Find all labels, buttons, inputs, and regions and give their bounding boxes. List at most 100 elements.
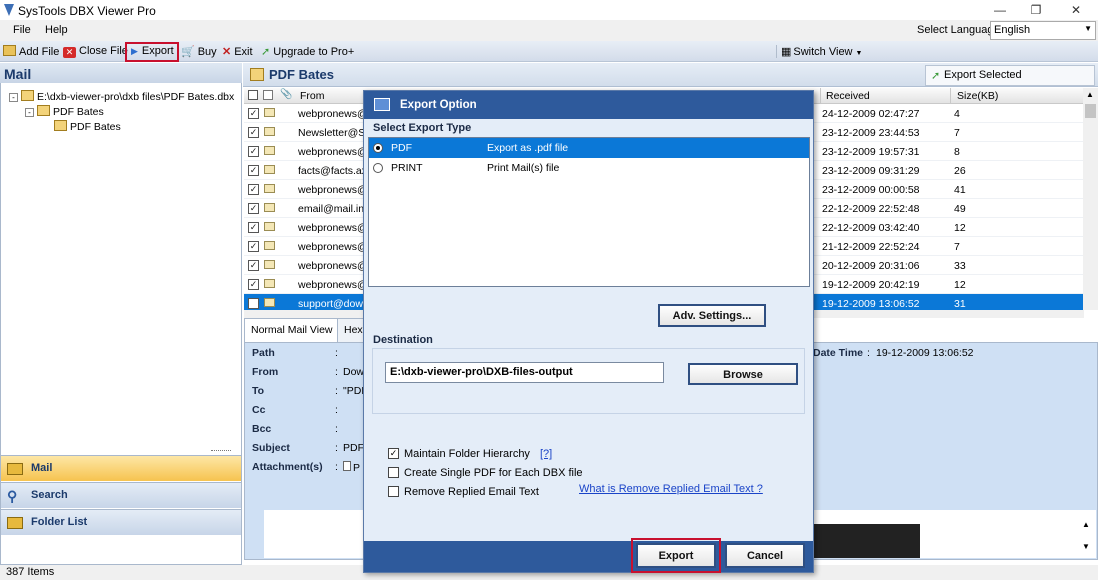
nav-search-button[interactable]: ⚲ Search — [1, 482, 241, 508]
export-type-pdf[interactable]: PDF Export as .pdf file — [369, 138, 809, 158]
detail-from-value: Dow — [343, 366, 365, 378]
adv-settings-button[interactable]: Adv. Settings... — [658, 304, 766, 327]
collapse-icon[interactable]: - — [25, 108, 34, 117]
detail-date-value: 19-12-2009 13:06:52 — [876, 347, 974, 359]
switch-view-button[interactable]: ▦ Switch View ▼ — [776, 45, 862, 58]
row-from: Newsletter@S — [298, 127, 366, 139]
export-button[interactable]: ▶ Export — [125, 42, 179, 62]
export-selected-button[interactable]: ➚ Export Selected — [925, 65, 1095, 86]
row-checkbox[interactable]: ✓ — [248, 241, 259, 252]
upgrade-button[interactable]: ➚ Upgrade to Pro+ — [261, 45, 354, 58]
chevron-down-icon: ▼ — [1084, 24, 1092, 33]
row-size: 31 — [954, 298, 966, 310]
close-file-icon: ✕ — [63, 47, 76, 58]
language-select[interactable]: English ▼ — [990, 21, 1096, 40]
grid-scrollbar[interactable]: ▲ — [1083, 88, 1098, 310]
row-size: 41 — [954, 184, 966, 196]
tab-normal-mail-view[interactable]: Normal Mail View — [244, 318, 340, 342]
close-window-icon[interactable]: ✕ — [1068, 2, 1084, 18]
row-checkbox[interactable]: ✓ — [248, 222, 259, 233]
cart-icon: 🛒 — [181, 46, 195, 58]
row-checkbox[interactable]: ✓ — [248, 203, 259, 214]
single-pdf-label: Create Single PDF for Each DBX file — [404, 467, 583, 479]
folder-title: PDF Bates — [269, 67, 335, 82]
detail-from-colon: : — [335, 366, 338, 378]
destination-label: Destination — [373, 334, 433, 346]
row-size: 33 — [954, 260, 966, 272]
destination-path-input[interactable]: E:\dxb-viewer-pro\DXB-files-output — [385, 362, 664, 383]
remove-replied-help-link[interactable]: What is Remove Replied Email Text ? — [579, 483, 763, 495]
column-size[interactable]: Size(KB) — [950, 88, 1004, 104]
export-label: Export — [141, 45, 174, 57]
pdf-type-desc: Export as .pdf file — [487, 142, 569, 154]
scroll-up-icon[interactable]: ▲ — [1086, 90, 1094, 99]
detail-attachments-label: Attachment(s) — [252, 461, 323, 473]
item-count: 387 Items — [6, 566, 55, 578]
row-checkbox[interactable]: ✓ — [248, 260, 259, 271]
row-checkbox[interactable] — [248, 298, 259, 309]
row-size: 7 — [954, 241, 960, 253]
detail-subject-colon: : — [335, 442, 338, 454]
menu-help[interactable]: Help — [45, 24, 68, 36]
detail-date-label: Date Time — [813, 347, 863, 359]
folder-icon — [37, 105, 50, 116]
help-link-hierarchy[interactable]: [?] — [540, 448, 552, 460]
detail-date-colon: : — [867, 347, 870, 359]
scroll-up-icon[interactable]: ▲ — [1082, 520, 1090, 529]
print-type-desc: Print Mail(s) file — [487, 162, 560, 174]
remove-replied-checkbox[interactable] — [388, 486, 399, 497]
add-file-button[interactable]: Add File — [3, 45, 59, 58]
detail-from-label: From — [252, 366, 279, 378]
row-received: 24-12-2009 02:47:27 — [822, 108, 920, 120]
collapse-icon[interactable]: - — [9, 93, 18, 102]
view-tabs: Normal Mail View Hex — [244, 318, 370, 342]
single-pdf-checkbox[interactable] — [388, 467, 399, 478]
folder-icon — [250, 68, 264, 81]
export-type-print[interactable]: PRINT Print Mail(s) file — [369, 158, 809, 178]
row-size: 12 — [954, 222, 966, 234]
row-checkbox[interactable]: ✓ — [248, 184, 259, 195]
minimize-icon[interactable]: — — [992, 2, 1008, 18]
attachment-file-icon — [343, 461, 351, 471]
row-from: webpronews@ — [298, 222, 368, 234]
splitter-handle[interactable] — [211, 450, 231, 452]
maintain-hierarchy-checkbox[interactable]: ✓ — [388, 448, 399, 459]
row-checkbox[interactable]: ✓ — [248, 127, 259, 138]
menu-file[interactable]: File — [13, 24, 31, 36]
tree-node-subfolder[interactable]: PDF Bates — [54, 120, 121, 133]
dialog-export-button[interactable]: Export — [636, 543, 716, 568]
row-checkbox[interactable]: ✓ — [248, 165, 259, 176]
row-checkbox[interactable]: ✓ — [248, 108, 259, 119]
tree-node-folder[interactable]: - PDF Bates — [25, 105, 104, 118]
column-from[interactable]: From — [300, 90, 325, 102]
envelope-icon — [264, 184, 275, 193]
close-file-button[interactable]: ✕ Close File — [63, 45, 128, 58]
pdf-radio[interactable] — [373, 143, 383, 153]
detail-cc-label: Cc — [252, 404, 266, 416]
folder-icon — [7, 517, 23, 529]
folder-icon — [54, 120, 67, 131]
buy-button[interactable]: 🛒 Buy — [181, 45, 217, 58]
exit-button[interactable]: ✕ Exit — [222, 45, 253, 58]
row-received: 22-12-2009 03:42:40 — [822, 222, 920, 234]
print-radio[interactable] — [373, 163, 383, 173]
select-all-checkbox[interactable] — [248, 90, 258, 100]
tree-node-file[interactable]: - E:\dxb-viewer-pro\dxb files\PDF Bates.d… — [9, 90, 234, 103]
row-checkbox[interactable]: ✓ — [248, 279, 259, 290]
row-received: 20-12-2009 20:31:06 — [822, 260, 920, 272]
scroll-thumb[interactable] — [1085, 104, 1096, 118]
scroll-down-icon[interactable]: ▼ — [1082, 542, 1090, 551]
nav-mail-button[interactable]: Mail — [1, 455, 241, 481]
detail-to-colon: : — [335, 385, 338, 397]
restore-icon[interactable]: ❐ — [1028, 2, 1044, 18]
row-from: webpronews@ — [298, 241, 368, 253]
dialog-icon — [374, 98, 390, 111]
dialog-cancel-button[interactable]: Cancel — [725, 543, 805, 568]
row-from: webpronews@ — [298, 108, 368, 120]
row-checkbox[interactable]: ✓ — [248, 146, 259, 157]
browse-button[interactable]: Browse — [688, 363, 798, 385]
language-value: English — [994, 24, 1031, 36]
column-received[interactable]: Received — [820, 88, 875, 104]
row-received: 19-12-2009 20:42:19 — [822, 279, 920, 291]
nav-folder-list-button[interactable]: Folder List — [1, 509, 241, 535]
